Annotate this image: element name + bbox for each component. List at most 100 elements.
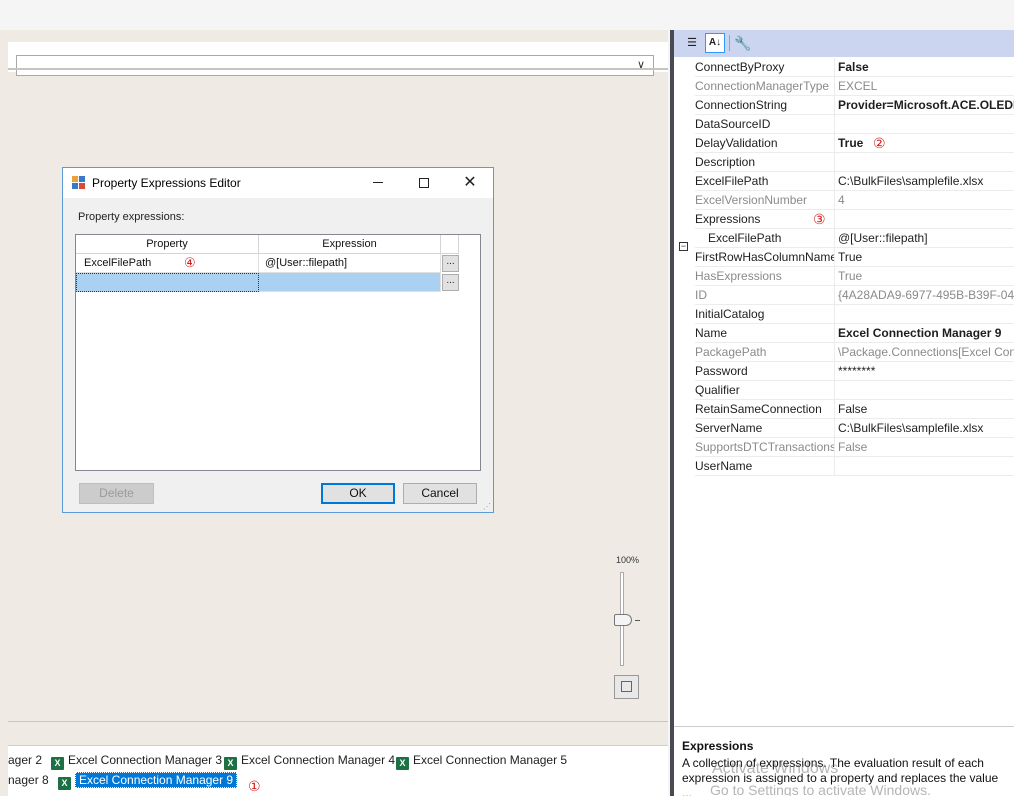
property-row[interactable]: SupportsDTCTransactions False (695, 438, 1014, 457)
property-row[interactable]: DelayValidation True ② (695, 134, 1014, 153)
property-value[interactable]: True (838, 267, 1014, 286)
property-row[interactable]: PackagePath \Package.Connections[Excel Co… (695, 343, 1014, 362)
maximize-icon (419, 178, 429, 188)
property-value[interactable] (838, 210, 1014, 229)
property-value[interactable] (838, 153, 1014, 172)
properties-panel: ☰ A↓ 🔧 − ConnectByProxy False ConnectionMa… (670, 30, 1014, 796)
property-value[interactable]: {4A28ADA9-6977-495B-B39F-049A (838, 286, 1014, 305)
property-value[interactable]: \Package.Connections[Excel Con (838, 343, 1014, 362)
delete-button[interactable]: Delete (79, 483, 154, 504)
minimize-icon (373, 182, 383, 183)
close-button[interactable]: ✕ (447, 168, 493, 198)
property-row[interactable]: ConnectionManagerType EXCEL (695, 77, 1014, 96)
grid-cell-expression[interactable]: @[User::filepath] (259, 254, 441, 273)
resize-grip-icon[interactable]: ⋰ (483, 502, 492, 511)
zoom-slider-thumb[interactable] (614, 614, 632, 626)
property-row[interactable]: Expressions ③ (695, 210, 1014, 229)
connection-manager-label: ager 2 (8, 753, 43, 767)
property-value[interactable]: Provider=Microsoft.ACE.OLEDB (838, 96, 1014, 115)
connection-manager-item[interactable]: nager 8 (8, 772, 49, 788)
property-row[interactable]: Password ******** (695, 362, 1014, 381)
property-row[interactable]: ServerName C:\BulkFiles\samplefile.xlsx (695, 419, 1014, 438)
property-value[interactable] (838, 305, 1014, 324)
property-value[interactable]: Excel Connection Manager 9 (838, 324, 1014, 343)
zoom-to-fit-button[interactable] (614, 675, 639, 699)
property-row[interactable]: InitialCatalog (695, 305, 1014, 324)
expression-builder-button[interactable]: ... (442, 255, 459, 272)
property-value[interactable]: False (838, 438, 1014, 457)
connection-manager-item[interactable]: ager 2 (8, 752, 42, 768)
property-value[interactable]: True (838, 134, 1014, 153)
grid-cell-property[interactable]: ExcelFilePath ④ (76, 254, 259, 273)
property-row[interactable]: ID {4A28ADA9-6977-495B-B39F-049A (695, 286, 1014, 305)
fit-icon (621, 681, 632, 692)
property-value[interactable]: False (838, 400, 1014, 419)
ok-button[interactable]: OK (321, 483, 395, 504)
minimize-button[interactable] (355, 168, 401, 198)
connection-manager-item[interactable]: X Excel Connection Manager 4 (224, 752, 395, 770)
property-value[interactable]: True (838, 248, 1014, 267)
connection-manager-item[interactable]: X Excel Connection Manager 5 (396, 752, 568, 770)
column-header-expression[interactable]: Expression (259, 235, 441, 254)
grid-cell-property-new[interactable] (76, 273, 259, 292)
property-row[interactable]: RetainSameConnection False (695, 400, 1014, 419)
property-row[interactable]: Name Excel Connection Manager 9 (695, 324, 1014, 343)
property-name: Description (695, 153, 835, 172)
properties-toolbar: ☰ A↓ 🔧 (674, 30, 1014, 57)
property-name: InitialCatalog (695, 305, 835, 324)
property-row[interactable]: UserName (695, 457, 1014, 476)
maximize-button[interactable] (401, 168, 447, 198)
property-row[interactable]: DataSourceID (695, 115, 1014, 134)
property-expressions-label: Property expressions: (78, 211, 185, 223)
connection-manager-label: Excel Connection Manager 9 (75, 772, 238, 788)
connection-manager-label: Excel Connection Manager 5 (413, 753, 568, 767)
property-value[interactable] (838, 381, 1014, 400)
collapse-expressions-icon[interactable]: − (679, 242, 688, 251)
property-name: ExcelFilePath (695, 172, 835, 191)
column-header-property[interactable]: Property (76, 235, 259, 254)
property-value[interactable]: ******** (838, 362, 1014, 381)
property-row[interactable]: ConnectByProxy False (695, 58, 1014, 77)
property-row[interactable]: FirstRowHasColumnName True (695, 248, 1014, 267)
connection-manager-item[interactable]: X Excel Connection Manager 3 (51, 752, 223, 770)
connection-manager-label: Excel Connection Manager 3 (68, 753, 223, 767)
alphabetical-view-button[interactable]: A↓ (705, 33, 725, 53)
property-row[interactable]: Qualifier (695, 381, 1014, 400)
property-row[interactable]: ExcelFilePath C:\BulkFiles\samplefile.xls… (695, 172, 1014, 191)
designer-divider (8, 68, 668, 70)
property-value[interactable] (838, 457, 1014, 476)
property-pages-button[interactable]: 🔧 (733, 33, 753, 53)
property-name: ConnectByProxy (695, 58, 835, 77)
expressions-grid: Property Expression ExcelFilePath ④ @[Use… (75, 234, 481, 471)
grid-cell-expression-new[interactable] (259, 273, 441, 292)
connection-manager-item-selected[interactable]: X Excel Connection Manager 9 (58, 772, 238, 790)
property-value[interactable]: @[User::filepath] (838, 229, 1014, 248)
categorized-view-button[interactable]: ☰ (682, 33, 702, 53)
excel-icon: X (58, 777, 71, 790)
property-name: PackagePath (695, 343, 835, 362)
connection-managers-tray: ager 2 X Excel Connection Manager 3 X Exce… (8, 745, 668, 796)
property-value[interactable] (838, 115, 1014, 134)
property-row[interactable]: ConnectionString Provider=Microsoft.ACE.O… (695, 96, 1014, 115)
property-value[interactable]: 4 (838, 191, 1014, 210)
alphabetical-sort-icon: A↓ (708, 37, 722, 48)
connection-manager-label: nager 8 (8, 773, 49, 787)
property-value[interactable]: EXCEL (838, 77, 1014, 96)
property-value[interactable]: False (838, 58, 1014, 77)
expression-builder-button[interactable]: ... (442, 274, 459, 291)
property-row[interactable]: ExcelFilePath @[User::filepath] (695, 229, 1014, 248)
property-name: Qualifier (695, 381, 835, 400)
designer-scope-dropdown[interactable]: ∨ (16, 55, 654, 76)
cancel-button[interactable]: Cancel (403, 483, 477, 504)
property-row[interactable]: Description (695, 153, 1014, 172)
property-value[interactable]: C:\BulkFiles\samplefile.xlsx (838, 172, 1014, 191)
property-name: ExcelVersionNumber (695, 191, 835, 210)
property-name: ID (695, 286, 835, 305)
property-row[interactable]: HasExpressions True (695, 267, 1014, 286)
annotation-marker-2: ② (873, 135, 886, 151)
dialog-title-bar[interactable]: Property Expressions Editor ✕ (63, 168, 493, 198)
column-header-button (441, 235, 459, 254)
excel-icon: X (224, 757, 237, 770)
property-row[interactable]: ExcelVersionNumber 4 (695, 191, 1014, 210)
property-value[interactable]: C:\BulkFiles\samplefile.xlsx (838, 419, 1014, 438)
